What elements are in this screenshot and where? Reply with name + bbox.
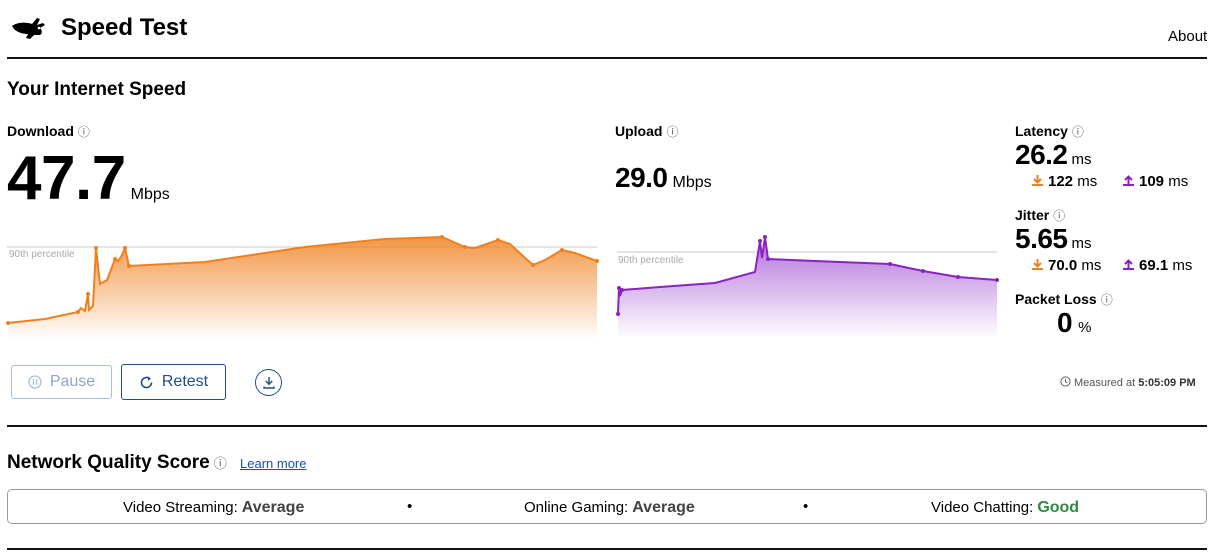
jitter-download-value: 70.0: [1048, 257, 1078, 274]
upload-label-text: Upload: [615, 123, 663, 139]
quality-item-label: Video Chatting:: [931, 499, 1034, 516]
latency-upload: 109 ms: [1123, 173, 1188, 190]
info-icon[interactable]: ⓘ: [78, 125, 90, 139]
upload-percentile-label: 90th percentile: [618, 255, 684, 266]
upload-label: Upload ⓘ: [615, 123, 678, 140]
upload-value: 29.0: [615, 162, 668, 193]
latency-upload-value: 109: [1139, 173, 1165, 190]
download-readout: 47.7 Mbps: [7, 143, 170, 214]
latency-download-value: 122: [1048, 173, 1074, 190]
app-title: Speed Test: [61, 14, 188, 41]
download-arrow-icon: [1032, 259, 1043, 270]
packet-loss-value: 0: [1057, 307, 1073, 338]
learn-more-link[interactable]: Learn more: [240, 456, 306, 471]
info-icon[interactable]: ⓘ: [1101, 293, 1113, 307]
quality-section-title: Network Quality Score ⓘ: [7, 452, 227, 474]
info-icon[interactable]: ⓘ: [214, 456, 227, 471]
upload-unit: Mbps: [672, 174, 712, 191]
quality-item-value: Good: [1037, 499, 1080, 516]
speed-section-title: Your Internet Speed: [7, 79, 187, 100]
upload-arrow-icon: [1123, 259, 1134, 270]
retest-icon: [140, 376, 153, 388]
packet-loss-readout: 0%: [1057, 307, 1091, 339]
packet-loss-label-text: Packet Loss: [1015, 291, 1097, 307]
jitter-unit: ms: [1071, 235, 1092, 252]
packet-loss-label: Packet Loss ⓘ: [1015, 291, 1113, 308]
jitter-value: 5.65: [1015, 223, 1068, 254]
packet-loss-unit: %: [1078, 319, 1092, 336]
info-icon[interactable]: ⓘ: [1072, 125, 1084, 139]
jitter-upload: 69.1 ms: [1123, 257, 1192, 274]
download-results-button[interactable]: [255, 369, 282, 396]
latency-readout: 26.2 ms: [1015, 139, 1092, 171]
jitter-upload-value: 69.1: [1139, 257, 1169, 274]
jitter-readout: 5.65 ms: [1015, 223, 1092, 255]
download-arrow-icon: [1032, 175, 1043, 186]
info-icon[interactable]: ⓘ: [1053, 209, 1065, 223]
quality-item-video-chatting: Video Chatting: Good: [931, 499, 1079, 517]
latency-download-unit: ms: [1077, 173, 1098, 190]
upload-arrow-icon: [1123, 175, 1134, 186]
upload-chart: 90th percentile: [616, 235, 999, 336]
latency-label: Latency ⓘ: [1015, 123, 1084, 140]
latency-download: 122 ms: [1032, 173, 1097, 190]
upload-readout: 29.0 Mbps: [615, 162, 712, 194]
download-percentile-label: 90th percentile: [9, 249, 75, 260]
quality-item-label: Video Streaming:: [123, 499, 238, 516]
jitter-download-unit: ms: [1081, 257, 1102, 274]
clock-icon: [1060, 376, 1071, 387]
retest-button[interactable]: Retest: [121, 364, 226, 400]
jitter-upload-unit: ms: [1172, 257, 1193, 274]
latency-value: 26.2: [1015, 139, 1068, 170]
pause-icon: [28, 375, 42, 389]
rabbit-logo-icon: [12, 18, 45, 39]
download-label-text: Download: [7, 123, 74, 139]
retest-label: Retest: [161, 373, 209, 390]
quality-score-box: Video Streaming: Average • Online Gaming:…: [7, 489, 1207, 524]
pause-label: Pause: [49, 373, 96, 390]
download-value: 47.7: [7, 144, 126, 213]
separator-dot: •: [803, 498, 809, 515]
quality-item-label: Online Gaming:: [524, 499, 629, 516]
quality-title-text: Network Quality Score: [7, 452, 210, 473]
pause-button[interactable]: Pause: [11, 365, 112, 399]
download-chart: 90th percentile: [6, 235, 599, 338]
download-unit: Mbps: [130, 186, 170, 203]
separator-dot: •: [407, 498, 413, 515]
header-divider: [7, 57, 1207, 59]
latency-upload-unit: ms: [1168, 173, 1189, 190]
section-divider: [7, 425, 1207, 427]
info-icon[interactable]: ⓘ: [666, 125, 678, 139]
download-results-icon: [262, 377, 275, 389]
quality-item-value: Average: [241, 499, 305, 516]
about-link[interactable]: About: [1168, 28, 1207, 45]
measured-at: Measured at 5:05:09 PM: [1060, 376, 1196, 389]
measured-prefix: Measured at: [1074, 377, 1136, 389]
latency-unit: ms: [1071, 151, 1092, 168]
quality-item-online-gaming: Online Gaming: Average: [524, 499, 695, 517]
latency-label-text: Latency: [1015, 123, 1068, 139]
download-label: Download ⓘ: [7, 123, 90, 140]
bottom-divider: [7, 548, 1207, 550]
quality-item-video-streaming: Video Streaming: Average: [123, 499, 304, 517]
quality-item-value: Average: [632, 499, 695, 516]
jitter-label-text: Jitter: [1015, 207, 1050, 223]
jitter-label: Jitter ⓘ: [1015, 207, 1065, 224]
jitter-download: 70.0 ms: [1032, 257, 1101, 274]
measured-time: 5:05:09 PM: [1138, 377, 1196, 389]
